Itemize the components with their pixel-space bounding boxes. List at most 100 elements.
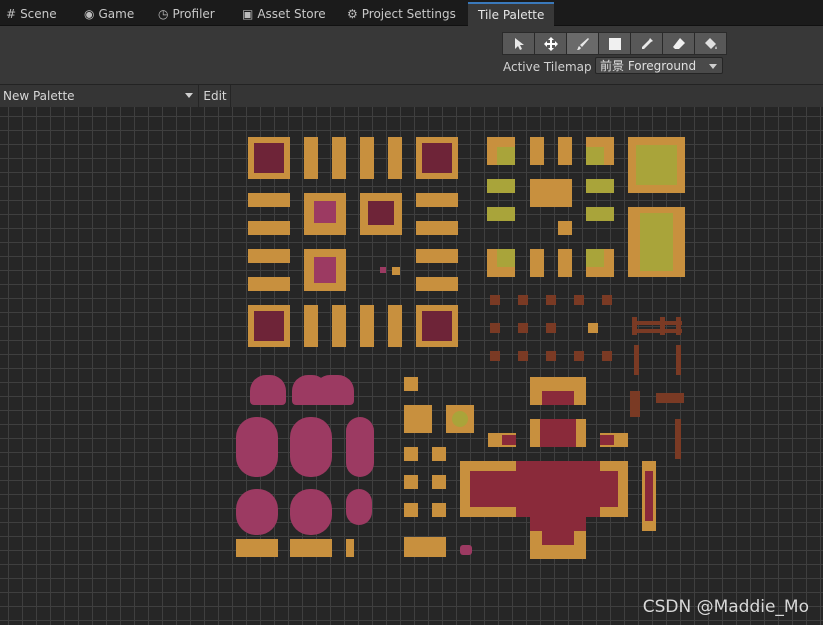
box-fill-tool-button[interactable]	[598, 32, 630, 55]
tile[interactable]	[497, 147, 515, 165]
tile[interactable]	[404, 537, 446, 557]
tile[interactable]	[497, 249, 515, 267]
tile[interactable]	[290, 417, 332, 477]
tile[interactable]	[502, 435, 516, 445]
tile[interactable]	[588, 323, 598, 333]
tile[interactable]	[632, 317, 637, 335]
tile[interactable]	[332, 305, 346, 347]
tile[interactable]	[542, 391, 574, 405]
tile[interactable]	[404, 475, 418, 489]
edit-palette-button[interactable]: Edit	[200, 85, 231, 107]
tile[interactable]	[516, 461, 600, 517]
tile[interactable]	[490, 295, 500, 305]
pick-tool-button[interactable]	[630, 32, 662, 55]
tile[interactable]	[530, 517, 586, 531]
tile[interactable]	[404, 447, 418, 461]
tile[interactable]	[586, 249, 604, 267]
tile[interactable]	[630, 391, 640, 417]
tile[interactable]	[546, 295, 556, 305]
tile[interactable]	[487, 207, 515, 221]
tile[interactable]	[416, 193, 458, 207]
tile[interactable]	[530, 419, 540, 447]
move-tool-button[interactable]	[534, 32, 566, 55]
tile[interactable]	[470, 471, 516, 507]
tile[interactable]	[250, 375, 286, 405]
tile[interactable]	[432, 475, 446, 489]
tile[interactable]	[416, 277, 458, 291]
tile[interactable]	[360, 305, 374, 347]
tile[interactable]	[645, 471, 653, 521]
tile[interactable]	[518, 323, 528, 333]
select-tool-button[interactable]	[502, 32, 534, 55]
tile[interactable]	[676, 345, 681, 375]
tile[interactable]	[586, 147, 604, 165]
tile[interactable]	[314, 257, 336, 283]
tab-project-settings[interactable]: ⚙ Project Settings	[347, 3, 456, 25]
tile[interactable]	[636, 145, 677, 185]
tile[interactable]	[404, 405, 432, 433]
tile-palette-grid[interactable]	[0, 107, 823, 625]
tile[interactable]	[574, 295, 584, 305]
tile[interactable]	[248, 249, 290, 263]
tile[interactable]	[558, 137, 572, 165]
tile[interactable]	[530, 249, 544, 277]
paint-brush-tool-button[interactable]	[566, 32, 598, 55]
tile[interactable]	[676, 317, 681, 335]
tab-game[interactable]: ◉ Game	[84, 3, 134, 25]
tile[interactable]	[558, 249, 572, 277]
tile[interactable]	[404, 503, 418, 517]
tile[interactable]	[332, 137, 346, 179]
tile[interactable]	[254, 143, 284, 173]
palette-dropdown[interactable]: New Palette	[0, 85, 199, 107]
tile[interactable]	[660, 317, 665, 335]
tile[interactable]	[586, 207, 614, 221]
tile[interactable]	[248, 277, 290, 291]
erase-tool-button[interactable]	[662, 32, 694, 55]
tile[interactable]	[640, 213, 673, 271]
tile[interactable]	[236, 417, 278, 477]
tile[interactable]	[490, 323, 500, 333]
tile[interactable]	[304, 305, 318, 347]
tile[interactable]	[346, 417, 374, 477]
tile[interactable]	[392, 267, 400, 275]
tile[interactable]	[542, 531, 574, 545]
tile[interactable]	[518, 295, 528, 305]
tile[interactable]	[602, 351, 612, 361]
tile[interactable]	[416, 249, 458, 263]
tab-tile-palette[interactable]: Tile Palette	[468, 2, 555, 27]
tab-asset-store[interactable]: ▣ Asset Store	[242, 3, 326, 25]
tab-profiler[interactable]: ◷ Profiler	[158, 3, 215, 25]
tile[interactable]	[360, 137, 374, 179]
tile[interactable]	[518, 351, 528, 361]
flood-fill-tool-button[interactable]	[694, 32, 727, 55]
tile[interactable]	[304, 137, 318, 179]
tile[interactable]	[576, 419, 586, 447]
tile[interactable]	[346, 539, 354, 557]
tile[interactable]	[432, 447, 446, 461]
tab-scene[interactable]: # Scene	[6, 3, 57, 25]
tile[interactable]	[388, 305, 402, 347]
active-tilemap-dropdown[interactable]: 前景 Foreground	[595, 57, 723, 74]
tile[interactable]	[558, 221, 572, 235]
tile[interactable]	[675, 419, 681, 459]
tile[interactable]	[432, 503, 446, 517]
tile[interactable]	[574, 351, 584, 361]
tile[interactable]	[487, 179, 515, 193]
tile[interactable]	[404, 377, 418, 391]
tile[interactable]	[602, 295, 612, 305]
tile[interactable]	[290, 489, 332, 535]
tile[interactable]	[600, 435, 614, 445]
tile[interactable]	[600, 471, 618, 507]
tile[interactable]	[546, 323, 556, 333]
tile[interactable]	[346, 489, 372, 525]
tile[interactable]	[634, 345, 639, 375]
tile[interactable]	[632, 321, 682, 325]
tile[interactable]	[368, 201, 394, 225]
tile[interactable]	[490, 351, 500, 361]
tile[interactable]	[460, 545, 472, 555]
tile[interactable]	[546, 351, 556, 361]
tile[interactable]	[248, 193, 290, 207]
tile[interactable]	[236, 539, 278, 557]
tile[interactable]	[422, 311, 452, 341]
tile[interactable]	[530, 137, 544, 165]
